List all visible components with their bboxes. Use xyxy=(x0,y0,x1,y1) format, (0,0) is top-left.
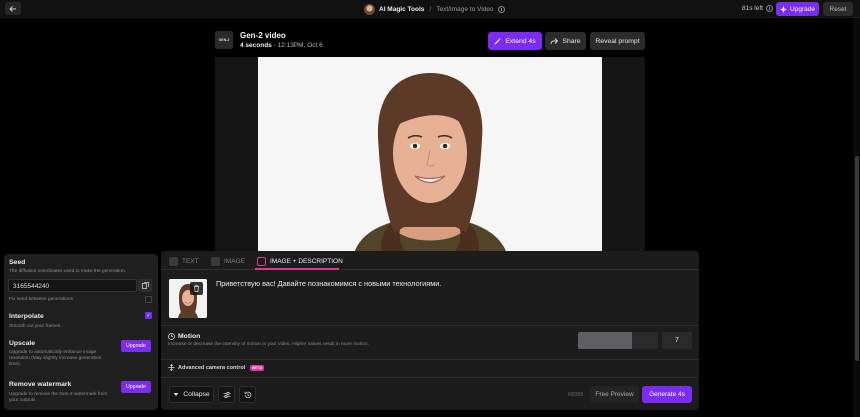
upgrade-button[interactable]: Upgrade xyxy=(776,2,819,16)
divider xyxy=(161,325,699,326)
tab-text[interactable]: TEXT xyxy=(169,255,199,267)
motion-slider-fill xyxy=(578,332,633,349)
seed-description: The diffusion coordinates used to make t… xyxy=(9,269,126,274)
tab-image-label: IMAGE xyxy=(224,257,245,265)
video-frame-image[interactable] xyxy=(258,57,602,257)
remove-image-button[interactable] xyxy=(190,282,203,295)
motion-value-input[interactable]: 7 xyxy=(662,332,692,349)
image-text-icon xyxy=(257,256,266,266)
upgrade-label: Upgrade xyxy=(790,5,815,13)
scrollbar-thumb[interactable] xyxy=(855,156,859,361)
interpolate-description: Smooth out your frames. xyxy=(9,324,62,329)
active-tab-indicator xyxy=(255,268,339,270)
character-count: 60/320 xyxy=(568,392,584,398)
share-button[interactable]: Share xyxy=(545,32,586,50)
divider xyxy=(161,359,699,360)
share-label: Share xyxy=(562,37,581,45)
upscale-description: Upgrade to automatically enhance image r… xyxy=(9,350,102,367)
remove-watermark-title: Remove watermark xyxy=(9,381,72,388)
free-preview-button[interactable]: Free Preview xyxy=(590,386,639,403)
copy-seed-button[interactable] xyxy=(138,279,152,292)
tab-image-description[interactable]: IMAGE + DESCRIPTION xyxy=(257,255,343,267)
breadcrumb: AI Magic Tools / Text/Image to Video xyxy=(364,2,505,16)
share-icon xyxy=(550,37,559,44)
divider xyxy=(161,377,699,378)
extend-button[interactable]: Extend 4s xyxy=(488,32,542,50)
avatar[interactable] xyxy=(364,3,375,15)
prompt-textarea[interactable]: Приветствую вас! Давайте познакомимся с … xyxy=(216,279,441,288)
chevron-down-icon xyxy=(173,393,179,396)
info-icon[interactable] xyxy=(497,5,505,13)
credits-remaining: 81s left xyxy=(742,5,773,12)
collapse-label: Collapse xyxy=(183,391,210,398)
reveal-prompt-button[interactable]: Reveal prompt xyxy=(590,32,645,50)
seed-input[interactable]: 3165544240 xyxy=(8,279,137,292)
history-button[interactable] xyxy=(239,386,256,403)
camera-move-icon xyxy=(168,364,175,371)
wand-icon xyxy=(494,37,501,44)
motion-title: Motion xyxy=(168,333,200,340)
breadcrumb-separator: / xyxy=(429,5,432,13)
info-icon[interactable] xyxy=(765,5,773,12)
arrow-left-icon xyxy=(9,5,16,12)
motion-description: Increase or decrease the intensity of mo… xyxy=(168,342,370,347)
beta-badge: BETA xyxy=(250,364,265,371)
image-icon xyxy=(211,256,220,266)
extend-label: Extend 4s xyxy=(505,37,536,45)
advanced-camera-control-toggle[interactable]: Advanced camera control BETA xyxy=(168,364,265,371)
tab-text-label: TEXT xyxy=(182,257,199,265)
reset-button[interactable]: Reset xyxy=(823,2,853,16)
seed-title: Seed xyxy=(9,259,26,266)
back-button[interactable] xyxy=(5,2,21,15)
video-timestamp: - 12:13PM, Oct 6 xyxy=(271,42,323,49)
upscale-upgrade-button[interactable]: Upgrade xyxy=(121,340,151,352)
motion-title-text: Motion xyxy=(178,333,201,340)
fix-seed-checkbox[interactable] xyxy=(145,296,152,303)
collapse-button[interactable]: Collapse xyxy=(169,386,214,403)
video-duration: 4 seconds xyxy=(240,42,272,49)
copy-icon xyxy=(141,282,149,289)
sliders-icon xyxy=(223,391,230,398)
upscale-title: Upscale xyxy=(9,340,36,347)
tab-image-description-label: IMAGE + DESCRIPTION xyxy=(270,257,343,265)
generate-button[interactable]: Generate 4s xyxy=(642,386,692,403)
remove-watermark-description: Upgrade to remove the Gen-2 watermark fr… xyxy=(9,392,108,403)
trash-icon xyxy=(194,285,199,292)
video-title: Gen-2 video xyxy=(240,31,286,40)
portrait-image xyxy=(258,57,602,257)
breadcrumb-current-page: Text/Image to Video xyxy=(436,5,494,13)
text-icon xyxy=(169,256,178,266)
interpolate-title: Interpolate xyxy=(9,313,44,320)
tab-image[interactable]: IMAGE xyxy=(211,255,245,267)
video-meta: 4 seconds - 12:13PM, Oct 6 xyxy=(240,42,323,49)
settings-sliders-button[interactable] xyxy=(218,386,235,403)
sparkle-icon xyxy=(780,5,788,13)
camera-control-label: Advanced camera control xyxy=(178,364,246,371)
interpolate-checkbox[interactable]: ✓ xyxy=(145,312,152,319)
breadcrumb-ai-magic-tools[interactable]: AI Magic Tools xyxy=(379,6,424,13)
credits-text: 81s left xyxy=(742,5,763,12)
motion-slider[interactable] xyxy=(578,332,658,349)
gen2-logo: GEN-2 xyxy=(215,31,233,49)
history-icon xyxy=(244,391,251,398)
fix-seed-label: Fix seed between generations xyxy=(9,297,73,302)
watermark-upgrade-button[interactable]: Upgrade xyxy=(121,381,151,393)
motion-icon xyxy=(168,333,175,340)
